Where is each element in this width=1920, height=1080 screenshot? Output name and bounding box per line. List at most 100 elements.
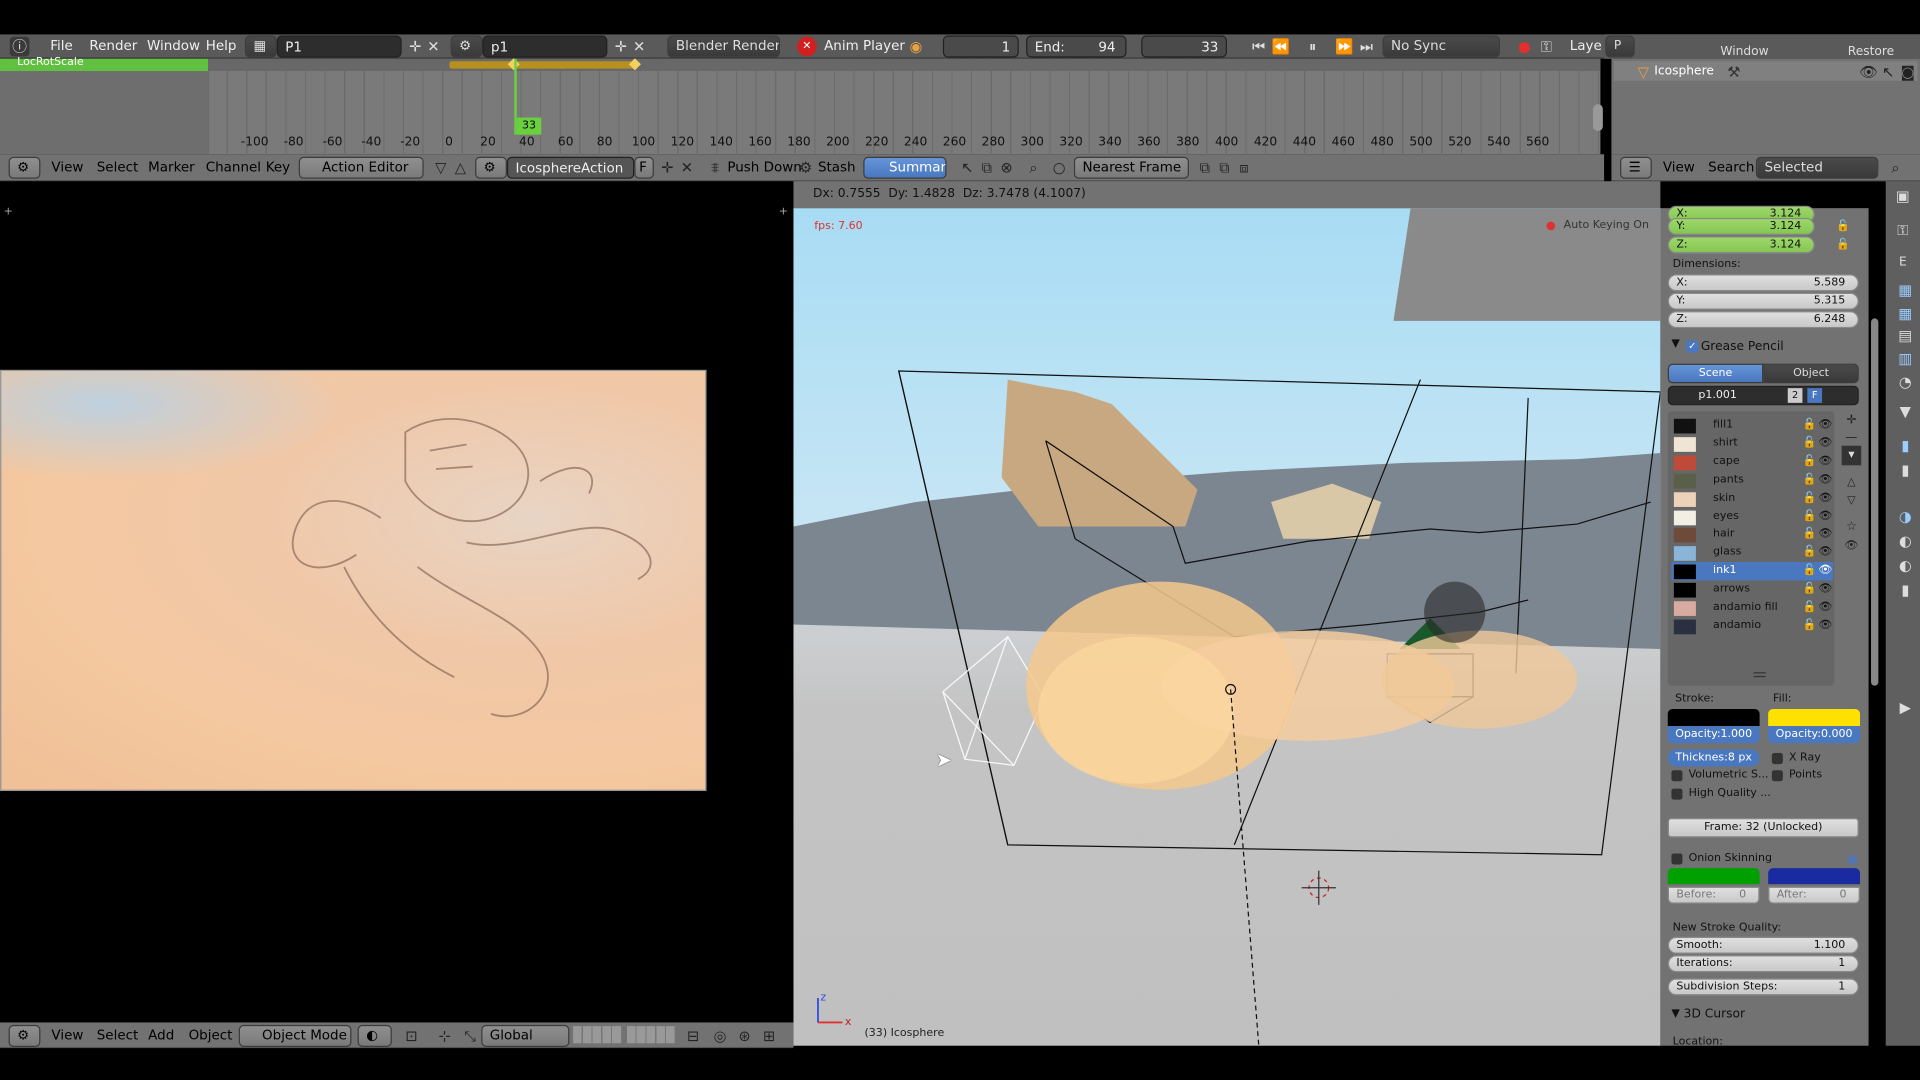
tool-icon[interactable]: ▥: [1896, 349, 1916, 369]
outliner-editor-selector[interactable]: P: [1605, 35, 1635, 58]
editor-type-selector[interactable]: ⚙: [8, 156, 41, 179]
keyframe-bar[interactable]: [449, 61, 636, 69]
layer-lock-icon[interactable]: 🔓: [1802, 581, 1816, 599]
layer-visibility-icon[interactable]: 👁: [1818, 562, 1832, 580]
restore-button[interactable]: Restore: [1848, 45, 1894, 58]
info-editor-icon[interactable]: ⓘ: [9, 36, 30, 57]
stash-button[interactable]: Stash: [818, 157, 856, 179]
tool-icon[interactable]: ◔: [1896, 372, 1916, 392]
tool-icon[interactable]: ◐: [1896, 556, 1916, 576]
action-browse[interactable]: ⚙: [475, 156, 507, 179]
layer-visibility-icon[interactable]: 👁: [1818, 471, 1832, 489]
fill-color-swatch[interactable]: [1768, 708, 1861, 727]
snap-mode-dropdown[interactable]: Nearest Frame: [1073, 156, 1189, 179]
screen-layout-selector[interactable]: ▦: [244, 35, 277, 58]
prev-key-icon[interactable]: ⏪: [1271, 37, 1291, 57]
action-name-field[interactable]: IcosphereAction: [506, 156, 635, 179]
layer-lock-icon[interactable]: 🔓: [1802, 416, 1816, 434]
layer-label[interactable]: Laye: [1570, 36, 1602, 58]
layer-visibility-icon[interactable]: 👁: [1818, 508, 1832, 526]
outliner-menu-search[interactable]: Search: [1708, 157, 1754, 179]
view3d-editor-selector[interactable]: ⚙: [8, 1024, 41, 1047]
tool-icon[interactable]: E: [1893, 253, 1913, 273]
copy-keys-icon[interactable]: ⧉: [1195, 158, 1215, 178]
layer-visibility-icon[interactable]: 👁: [1818, 581, 1832, 599]
gp-layer-row[interactable]: hair 🔓 👁: [1671, 526, 1833, 544]
ghost-icon[interactable]: ⧉: [977, 158, 997, 178]
remove-scene-icon[interactable]: ✕: [629, 37, 649, 57]
eye-icon[interactable]: 👁: [1859, 62, 1879, 82]
tool-icon[interactable]: ▶: [1896, 698, 1916, 718]
iterations-field[interactable]: Iterations: 1: [1667, 955, 1859, 973]
outliner-filter-dropdown[interactable]: Selected: [1755, 156, 1879, 179]
collapse-arrow-icon[interactable]: ▼: [1671, 338, 1679, 350]
search-icon[interactable]: ⌕: [1024, 158, 1044, 178]
onion-before-color[interactable]: [1667, 868, 1760, 885]
add-action-icon[interactable]: ✛: [658, 158, 678, 178]
current-frame-field[interactable]: 1: [942, 35, 1019, 58]
layer-lock-icon[interactable]: 🔓: [1802, 508, 1816, 526]
layer-lock-icon[interactable]: 🔓: [1802, 544, 1816, 562]
stroke-opacity-field[interactable]: Opacity:1.000: [1667, 726, 1760, 744]
onion-after-field[interactable]: After: 0: [1768, 886, 1861, 904]
layer-visibility-icon[interactable]: 👁: [1818, 599, 1832, 617]
gp-layer-row[interactable]: pants 🔓 👁: [1671, 471, 1833, 489]
layer-lock-icon[interactable]: 🔓: [1802, 617, 1816, 635]
outliner-search-icon[interactable]: ⌕: [1886, 158, 1906, 178]
tool-icon[interactable]: ◑: [1896, 507, 1916, 527]
tool-icon[interactable]: ▮: [1896, 460, 1916, 480]
gp-layer-row[interactable]: arrows 🔓 👁: [1671, 581, 1833, 599]
tab-scene[interactable]: Scene: [1667, 363, 1764, 384]
cursor-icon[interactable]: ↖: [958, 158, 978, 178]
gp-fake-user[interactable]: F: [1807, 388, 1823, 403]
move-layer-up-icon[interactable]: △: [1842, 473, 1862, 493]
remove-screen-icon[interactable]: ✕: [424, 37, 444, 57]
down-icon[interactable]: △: [451, 158, 471, 178]
menu-window[interactable]: Window: [147, 36, 200, 58]
layer-specials-icon[interactable]: ▾: [1841, 445, 1862, 466]
snap-target-icon[interactable]: ⊞: [759, 1026, 779, 1046]
gp-datablock-field[interactable]: p1.001: [1667, 385, 1859, 406]
tool-icon[interactable]: ▤: [1896, 326, 1916, 346]
menu-select[interactable]: Select: [97, 157, 139, 179]
anim-player-button[interactable]: Anim Player: [824, 36, 905, 58]
x-ray-checkbox[interactable]: [1771, 753, 1783, 765]
layer-visibility-icon[interactable]: 👁: [1818, 617, 1832, 635]
bottom-menu-object[interactable]: Object: [189, 1025, 233, 1047]
grease-pencil-checkbox[interactable]: ✓: [1686, 340, 1699, 353]
keyframe-type-icon[interactable]: ⚿: [1537, 37, 1557, 57]
scene-name-field[interactable]: p1: [482, 35, 608, 58]
onion-before-field[interactable]: Before: 0: [1667, 886, 1760, 904]
menu-render[interactable]: Render: [89, 36, 137, 58]
gp-layer-row[interactable]: cape 🔓 👁: [1671, 453, 1833, 471]
render-toggle-icon[interactable]: ◙: [1898, 62, 1918, 82]
tool-icon[interactable]: ▦: [1896, 280, 1916, 300]
frame-lock-field[interactable]: Frame: 32 (Unlocked): [1667, 817, 1859, 838]
frame-field[interactable]: 33: [1141, 35, 1227, 58]
layer-visibility-icon[interactable]: 👁: [1818, 526, 1832, 544]
paste-keys-icon[interactable]: ⧉: [1215, 158, 1235, 178]
end-frame-field[interactable]: End: 94: [1026, 35, 1127, 58]
add-screen-icon[interactable]: ✛: [405, 37, 425, 57]
layer-visibility-icon[interactable]: 👁: [1818, 416, 1832, 434]
bottom-menu-select[interactable]: Select: [97, 1025, 139, 1047]
gp-layer-row[interactable]: andamio fill 🔓 👁: [1671, 599, 1833, 617]
layer-lock-icon[interactable]: 🔓: [1802, 489, 1816, 507]
tool-icon[interactable]: ◐: [1896, 531, 1916, 551]
paste-flipped-icon[interactable]: ⧈: [1234, 158, 1254, 178]
push-down-button[interactable]: Push Down: [727, 157, 801, 179]
bottom-menu-view[interactable]: View: [51, 1025, 83, 1047]
sync-dropdown[interactable]: No Sync: [1382, 35, 1501, 58]
3d-viewport[interactable]: z x: [793, 208, 1661, 1046]
tool-icon[interactable]: ▮: [1896, 436, 1916, 456]
thickness-field[interactable]: Thicknes:8 px: [1667, 749, 1760, 767]
keying-icon[interactable]: ◉: [906, 37, 926, 57]
object-mode-dropdown[interactable]: Object Mode: [238, 1024, 352, 1047]
gp-layer-row[interactable]: andamio 🔓 👁: [1671, 617, 1833, 635]
isolate-layer-icon[interactable]: ☆: [1842, 518, 1862, 538]
layer-visibility-icon[interactable]: 👁: [1818, 544, 1832, 562]
unlink-action-icon[interactable]: ✕: [677, 158, 697, 178]
outliner-object-name[interactable]: Icosphere: [1654, 65, 1714, 78]
lock-icon[interactable]: 🔓: [1833, 235, 1853, 255]
error-filter-icon[interactable]: ⊗: [997, 158, 1017, 178]
